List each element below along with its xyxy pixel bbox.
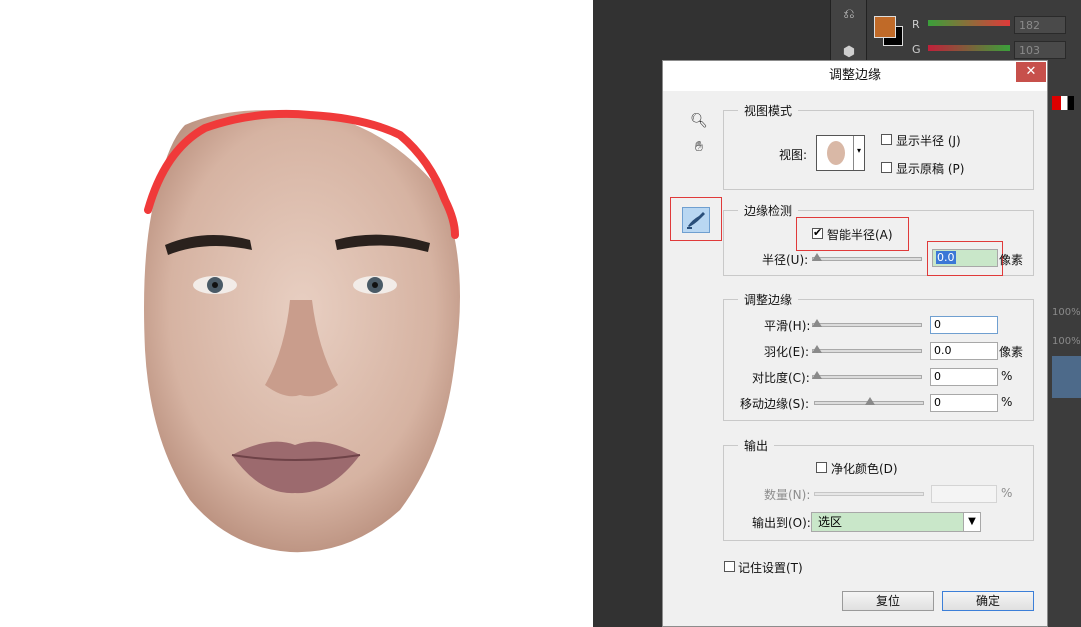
smart-radius-label: 智能半径(A) [827,228,893,242]
view-thumbnail [827,141,845,165]
show-original-label: 显示原稿 (P) [896,162,965,176]
chevron-down-icon: ▾ [853,136,864,170]
smooth-slider[interactable] [812,319,922,327]
view-dropdown[interactable]: ▾ [816,135,865,171]
brush-glyph [687,212,705,229]
refine-radius-brush-icon[interactable] [682,207,710,233]
document-canvas[interactable] [0,0,593,627]
g-channel-label: G [912,43,921,56]
smooth-slider-thumb[interactable] [812,319,822,327]
shift-edge-input[interactable]: 0 [930,394,998,412]
zoom-icon[interactable]: 🔍︎ [689,111,709,131]
output-to-label: 输出到(O): [752,516,811,530]
shift-edge-label: 移动边缘(S): [740,397,810,411]
view-label: 视图: [779,148,808,162]
contrast-slider[interactable] [812,371,922,379]
radius-input[interactable]: 0.0 [932,249,998,267]
contrast-input[interactable]: 0 [930,368,998,386]
amount-slider[interactable] [814,492,924,496]
remember-settings-checkbox[interactable] [724,561,735,572]
radius-slider-thumb[interactable] [812,253,822,261]
opacity-value: 100% [1052,307,1081,318]
r-channel-value[interactable]: 182 [1014,16,1066,34]
edge-detection-title: 边缘检测 [738,202,799,219]
decontaminate-checkbox[interactable] [816,462,827,473]
hand-icon[interactable]: ✋︎ [689,137,709,157]
contrast-slider-thumb[interactable] [812,371,822,379]
show-radius-label: 显示半径 (J) [896,134,961,148]
radius-label: 半径(U): [762,253,809,267]
amount-unit: % [1001,486,1013,500]
history-icon[interactable]: ⎌ [839,4,859,24]
g-channel-value[interactable]: 103 [1014,41,1066,59]
amount-label: 数量(N): [764,488,811,502]
r-channel-slider[interactable] [928,20,1010,26]
smooth-label: 平滑(H): [764,319,811,333]
radius-value: 0.0 [936,251,956,264]
selected-layer-strip[interactable] [1052,356,1081,398]
output-to-select[interactable]: 选区 ▼ [811,512,981,532]
view-mode-group: 视图模式 [723,102,1034,190]
reset-button[interactable]: 复位 [842,591,934,611]
g-channel-slider[interactable] [928,45,1010,51]
smooth-input[interactable]: 0 [930,316,998,334]
contrast-unit: % [1001,369,1013,383]
shift-edge-slider-thumb[interactable] [865,397,875,405]
dialog-title: 调整边缘 [663,61,1047,91]
amount-input[interactable] [931,485,997,503]
output-title: 输出 [738,437,775,454]
chevron-down-icon: ▼ [963,513,980,531]
output-to-value: 选区 [818,515,843,529]
feather-input[interactable]: 0.0 [930,342,998,360]
shift-edge-unit: % [1001,395,1013,409]
feather-unit: 像素 [999,345,1024,359]
fill-value: 100% [1052,336,1081,347]
r-channel-label: R [912,18,920,31]
remember-settings-label: 记住设置(T) [738,561,803,575]
feather-slider[interactable] [812,345,922,353]
feather-label: 羽化(E): [764,345,809,359]
decontaminate-label: 净化颜色(D) [831,462,898,476]
contrast-label: 对比度(C): [752,371,810,385]
show-original-checkbox[interactable] [881,162,892,173]
radius-slider[interactable] [812,253,922,261]
show-radius-checkbox[interactable] [881,134,892,145]
color-ramp[interactable] [1052,96,1074,110]
close-button[interactable]: ✕ [1016,62,1046,82]
smart-radius-checkbox[interactable] [812,226,823,239]
ok-button[interactable]: 确定 [942,591,1034,611]
feather-slider-thumb[interactable] [812,345,822,353]
cube-icon[interactable]: ⬢ [839,42,859,62]
foreground-color-swatch[interactable] [874,16,896,38]
view-mode-title: 视图模式 [738,102,799,119]
radius-unit: 像素 [999,253,1024,267]
face-image [144,109,460,553]
shift-edge-slider[interactable] [814,397,924,405]
adjust-edge-title: 调整边缘 [738,291,799,308]
